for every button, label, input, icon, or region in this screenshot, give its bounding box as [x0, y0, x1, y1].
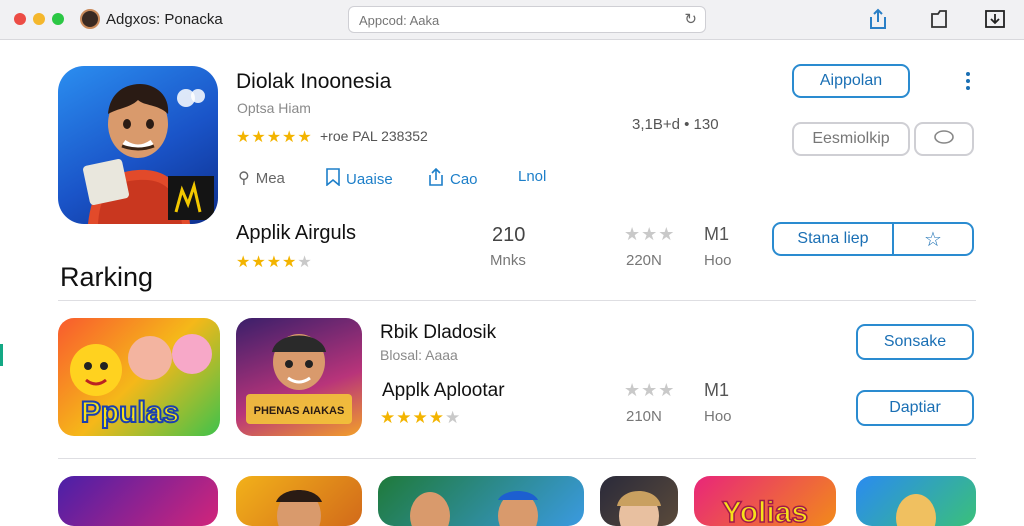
search-input[interactable] — [359, 11, 679, 29]
ranked-app-1-subtitle: Blosal: Aaaa — [380, 347, 458, 363]
ppulas-icon-text: Ppulas — [81, 396, 179, 429]
ranked-app-2-stars: ★★★★★ — [380, 408, 462, 427]
featured-stat: 3,1B+d • 130 — [632, 116, 719, 133]
app-row-title[interactable]: Applik Airguls — [236, 222, 356, 245]
ranked-app-2-grey-stars: ★★★ — [624, 380, 676, 400]
window-tab-icon[interactable] — [927, 6, 953, 32]
share-icon — [428, 167, 444, 190]
bottom-app-icon-2[interactable] — [236, 476, 362, 526]
app-row-grey-stars: ★★★ — [624, 224, 676, 244]
description-button[interactable]: Eesmiolkip — [792, 122, 910, 156]
window-title: Adgxos: Ponacka — [106, 11, 223, 28]
featured-app-subtitle: Optsa Hiam — [237, 100, 311, 116]
download-icon[interactable] — [982, 6, 1008, 32]
sidebar-indicator — [0, 344, 3, 366]
ranked-app-2-rating-label: Hoo — [704, 408, 732, 425]
bottom-app-icon-3[interactable] — [378, 476, 584, 526]
app-row-rating-stars: ★★★★★ — [236, 254, 313, 271]
close-window-button[interactable] — [14, 13, 26, 25]
minimize-window-button[interactable] — [33, 13, 45, 25]
app-row-count-label: Mnks — [490, 252, 526, 269]
ranked-app-2-rating-count: 210N — [626, 408, 662, 425]
featured-app-icon[interactable] — [58, 66, 218, 224]
app-row-rating-label: Hoo — [704, 252, 732, 269]
featured-app-title[interactable]: Diolak Inoonesia — [236, 70, 391, 94]
ppulas-app-icon[interactable]: Ppulas — [58, 318, 220, 436]
bookmark-icon — [326, 168, 340, 190]
yolias-icon-text: Yolias — [722, 496, 808, 526]
bottom-app-icon-5[interactable]: Yolias — [694, 476, 836, 526]
featured-rating-stars: ★★★★★ — [236, 129, 313, 146]
bottom-app-icon-6[interactable] — [856, 476, 976, 526]
app-row-rating-value: M1 — [704, 224, 730, 244]
start-button-label: Stana liep — [774, 224, 894, 254]
app-row-rating-count: 220N — [626, 252, 662, 269]
ranked-app-1-button[interactable]: Sonsake — [856, 324, 974, 360]
get-button[interactable]: Aippolan — [792, 64, 910, 98]
phenas-icon-text: PHENAS AIAKAS — [254, 405, 345, 417]
ranked-app-2-rating-value: M1 — [704, 380, 730, 400]
ranked-app-2-button[interactable]: Daptiar — [856, 390, 974, 426]
action-uaaise[interactable]: Uaaise — [326, 168, 393, 190]
ranked-app-2-title[interactable]: Applk Aplootar — [382, 380, 505, 402]
start-button[interactable]: Stana liep ☆ — [772, 222, 974, 256]
search-icon: ⚲ — [238, 170, 250, 187]
reload-icon[interactable]: ↻ — [684, 10, 697, 28]
bottom-app-icon-4[interactable] — [600, 476, 678, 526]
ranking-divider — [58, 458, 976, 459]
app-row-count: 210 — [492, 224, 526, 246]
more-options-icon[interactable] — [964, 72, 972, 92]
chat-button[interactable] — [914, 122, 974, 156]
avatar[interactable] — [80, 9, 100, 29]
bottom-app-icon-1[interactable] — [58, 476, 218, 526]
title-bar: Adgxos: Ponacka ↻ — [0, 0, 1024, 40]
star-icon[interactable]: ☆ — [894, 227, 972, 252]
ranking-heading: Rarking — [60, 262, 154, 292]
featured-rating-text: +roe PAL 238352 — [320, 128, 428, 144]
share-icon[interactable] — [865, 6, 891, 32]
action-cao[interactable]: Cao — [428, 167, 478, 190]
ranked-app-1-title[interactable]: Rbik Dladosik — [380, 322, 496, 344]
action-mea[interactable]: ⚲ Mea — [238, 168, 285, 188]
section-divider — [58, 300, 976, 301]
chat-bubble-icon — [933, 129, 955, 150]
action-lnol[interactable]: Lnol — [518, 168, 546, 185]
maximize-window-button[interactable] — [52, 13, 64, 25]
phenas-app-icon[interactable]: PHENAS AIAKAS — [236, 318, 362, 436]
search-bar[interactable]: ↻ — [348, 6, 706, 33]
